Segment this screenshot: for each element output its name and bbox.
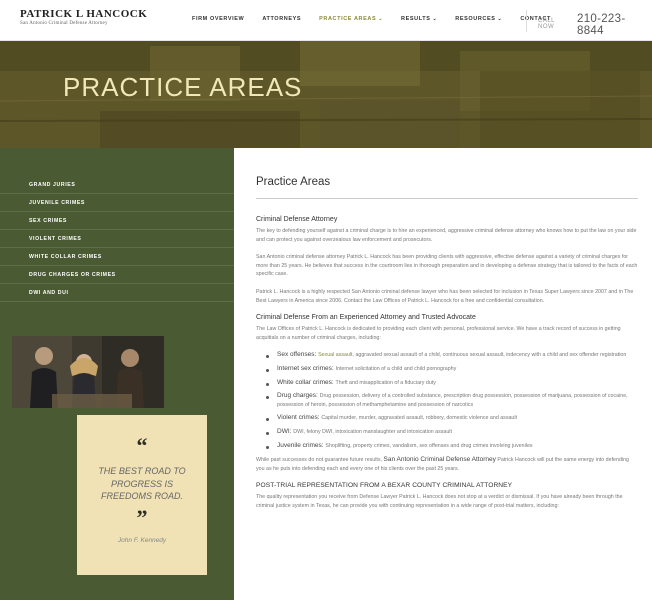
nav-attorneys[interactable]: ATTORNEYS	[262, 16, 301, 22]
list-item-text: Internet solicitation of a child and chi…	[335, 365, 457, 372]
list-item-term: Internet sex crimes:	[277, 364, 336, 372]
quote-close-icon: ”	[136, 505, 148, 530]
section-title: Criminal Defense From an Experienced Att…	[256, 314, 476, 322]
list-item-text: Theft and misapplication of a fiduciary …	[335, 379, 436, 386]
list-item-term: White collar crimes:	[277, 378, 336, 386]
sidebar-item-grand-juries[interactable]: GRAND JURIES	[0, 176, 234, 194]
paragraph: While past successes do not guarantee fu…	[256, 456, 638, 473]
list-item-text: Drug possession, delivery of a controlle…	[277, 393, 628, 408]
chevron-down-icon: ⌄	[497, 16, 503, 22]
list-item: Sex offenses: Sexual assault, aggravated…	[266, 351, 638, 360]
list-item-term: DWI:	[277, 427, 294, 435]
sidebar-item-label: GRAND JURIES	[29, 181, 76, 188]
practice-area-list: GRAND JURIES JUVENILE CRIMES SEX CRIMES …	[0, 176, 234, 302]
sidebar-item-dwi-dui[interactable]: DWI AND DUI	[0, 284, 234, 302]
list-item: DWI: DWI, felony DWI, intoxication mansl…	[266, 428, 638, 437]
main-content: Practice Areas Criminal Defense Attorney…	[256, 148, 638, 600]
sidebar-item-label: WHITE COLLAR CRIMES	[29, 253, 102, 260]
site-header: PATRICK L HANCOCK San Antonio Criminal D…	[0, 0, 652, 41]
phone-number[interactable]: 210-223-8844	[577, 13, 652, 37]
list-item: Violent crimes: Capital murder, murder, …	[266, 414, 638, 423]
section-title: POST-TRIAL REPRESENTATION FROM A BEXAR C…	[256, 482, 513, 490]
list-item: White collar crimes: Theft and misapplic…	[266, 379, 638, 388]
nav-label: PRACTICE AREAS	[319, 16, 377, 22]
heading-divider	[256, 198, 638, 199]
consultation-photo	[12, 336, 164, 408]
nav-label: RESULTS	[401, 16, 431, 22]
quote-author: John F. Kennedy	[117, 537, 167, 544]
chevron-down-icon: ⌄	[432, 16, 438, 22]
paragraph-text: While past successes do not guarantee fu…	[256, 457, 384, 464]
sidebar-item-sex-crimes[interactable]: SEX CRIMES	[0, 212, 234, 230]
paragraph: Patrick L. Hancock is a highly respected…	[256, 288, 634, 304]
paragraph-emphasis: San Antonio Criminal Defense Attorney	[383, 456, 496, 464]
nav-divider	[526, 10, 527, 32]
nav-firm-overview[interactable]: FIRM OVERVIEW	[192, 16, 244, 22]
list-item: Drug charges: Drug possession, delivery …	[266, 392, 638, 409]
nav-label: RESOURCES	[455, 16, 496, 22]
sidebar-item-drug-charges[interactable]: DRUG CHARGES OR CRIMES	[0, 266, 234, 284]
nav-label: FIRM OVERVIEW	[192, 16, 245, 22]
list-item-term: Violent crimes:	[277, 414, 322, 422]
sidebar-item-label: VIOLENT CRIMES	[29, 235, 82, 242]
nav-resources[interactable]: RESOURCES ⌄	[455, 16, 502, 22]
nav-results[interactable]: RESULTS ⌄	[401, 16, 437, 22]
sexual-assault-link[interactable]: Sexual assault	[318, 352, 352, 358]
logo-tagline: San Antonio Criminal Defense Attorney	[20, 21, 108, 26]
section-title: Criminal Defense Attorney	[256, 216, 338, 223]
list-item-term: Drug charges:	[277, 392, 320, 400]
paragraph: The Law Offices of Patrick L. Hancock is…	[256, 326, 621, 341]
list-item-text: , aggravated sexual assault of a child, …	[352, 352, 627, 359]
sidebar-item-juvenile-crimes[interactable]: JUVENILE CRIMES	[0, 194, 234, 212]
hero-banner: PRACTICE AREAS	[0, 41, 652, 148]
sidebar-item-label: DRUG CHARGES OR CRIMES	[29, 271, 116, 278]
sidebar-item-label: SEX CRIMES	[29, 217, 67, 224]
charges-list: Sex offenses: Sexual assault, aggravated…	[266, 351, 638, 450]
nav-practice-areas[interactable]: PRACTICE AREAS ⌄	[319, 16, 383, 22]
logo-name: PATRICK L HANCOCK	[20, 8, 148, 20]
list-item-text: DWI, felony DWI, intoxication manslaught…	[293, 428, 452, 435]
sidebar: GRAND JURIES JUVENILE CRIMES SEX CRIMES …	[0, 148, 234, 600]
quote-text: THE BEST ROAD TO PROGRESS IS FREEDOMS RO…	[98, 466, 186, 501]
quote-box: “ THE BEST ROAD TO PROGRESS IS FREEDOMS …	[77, 415, 207, 575]
list-item-text: Capital murder, murder, aggravated assau…	[321, 415, 518, 422]
sidebar-item-white-collar-crimes[interactable]: WHITE COLLAR CRIMES	[0, 248, 234, 266]
call-now[interactable]: CALL NOW 210-223-8844	[538, 13, 652, 37]
list-item-term: Sex offenses:	[277, 351, 319, 359]
paragraph: San Antonio criminal defense attorney Pa…	[256, 254, 638, 278]
nav-label: ATTORNEYS	[262, 16, 302, 22]
paragraph: The key to defending yourself against a …	[256, 228, 637, 243]
sidebar-item-violent-crimes[interactable]: VIOLENT CRIMES	[0, 230, 234, 248]
quote-open-icon: “	[136, 433, 148, 458]
article-body: Criminal Defense Attorney The key to def…	[256, 216, 638, 519]
hero-title: PRACTICE AREAS	[63, 72, 303, 102]
list-item: Juvenile crimes: Shoplifting, property c…	[266, 442, 638, 451]
sidebar-item-label: DWI AND DUI	[29, 289, 69, 296]
main-nav: FIRM OVERVIEW ATTORNEYS PRACTICE AREAS ⌄…	[192, 16, 569, 22]
list-item: Internet sex crimes: Internet solicitati…	[266, 365, 638, 374]
page-title: Practice Areas	[256, 176, 331, 188]
list-item-term: Juvenile crimes:	[277, 441, 326, 449]
site-logo[interactable]: PATRICK L HANCOCK San Antonio Criminal D…	[20, 8, 147, 26]
call-label: CALL NOW	[538, 18, 555, 30]
sidebar-item-label: JUVENILE CRIMES	[29, 199, 85, 206]
chevron-down-icon: ⌄	[378, 16, 384, 22]
paragraph: The quality representation you receive f…	[256, 494, 623, 509]
list-item-text: Shoplifting, property crimes, vandalism,…	[325, 442, 533, 449]
